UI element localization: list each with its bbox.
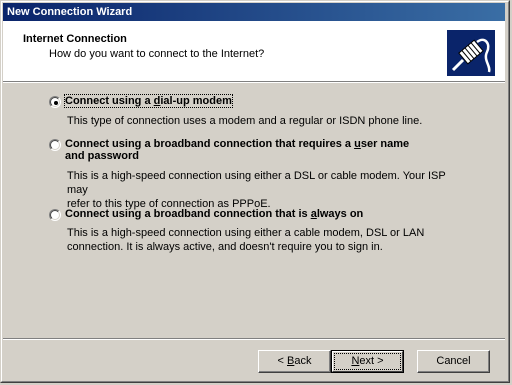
page-title: Internet Connection	[23, 33, 127, 45]
radio-broadband-always-on[interactable]	[49, 209, 61, 221]
option-broadband-always-on-label[interactable]: Connect using a broadband connection tha…	[65, 208, 363, 220]
cancel-button[interactable]: Cancel	[417, 350, 490, 373]
wizard-window: New Connection Wizard Internet Connectio…	[0, 0, 510, 383]
network-cable-icon	[447, 30, 495, 76]
wizard-header: Internet Connection How do you want to c…	[3, 21, 505, 81]
option-dial-up-label[interactable]: Connect using a dial-up modem	[64, 94, 233, 108]
title-bar[interactable]: New Connection Wizard	[3, 3, 505, 21]
window-title: New Connection Wizard	[7, 6, 133, 18]
option-broadband-always-on-description: This is a high-speed connection using ei…	[67, 227, 425, 253]
next-button[interactable]: Next >	[331, 350, 404, 373]
radio-broadband-username[interactable]	[49, 139, 61, 151]
radio-selected-dot	[54, 101, 58, 105]
radio-dial-up[interactable]	[49, 96, 61, 108]
back-button[interactable]: < Back	[258, 350, 331, 373]
page-subtitle: How do you want to connect to the Intern…	[49, 48, 265, 60]
option-broadband-username-label[interactable]: Connect using a broadband connection tha…	[65, 138, 409, 162]
header-divider	[3, 81, 505, 83]
footer-divider	[3, 338, 505, 340]
option-dial-up-description: This type of connection uses a modem and…	[67, 115, 423, 127]
option-broadband-username-description: This is a high-speed connection using ei…	[67, 170, 446, 210]
